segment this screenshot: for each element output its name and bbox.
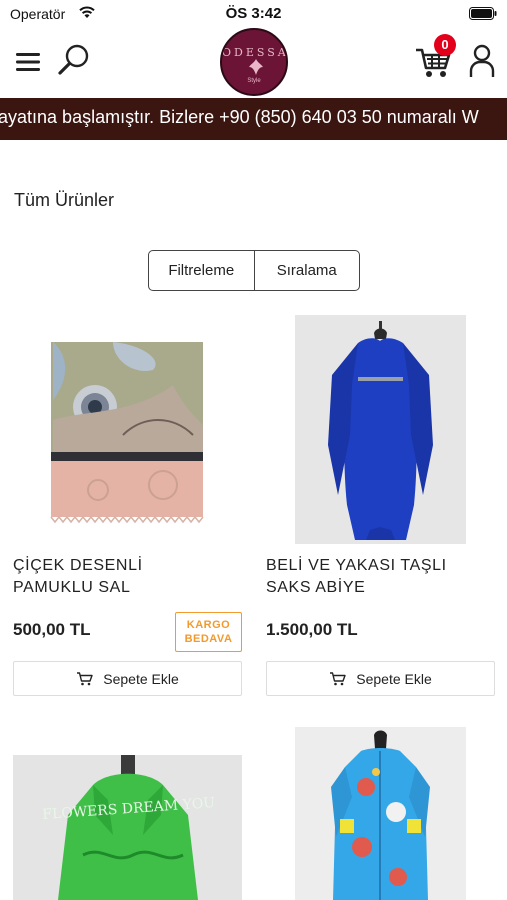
product-card[interactable]: FLOWERS DREAM YOU [13,755,242,900]
product-image[interactable] [266,315,495,544]
logo-subtext: Style [247,78,261,84]
shirt-image: FLOWERS DREAM YOU [42,755,216,900]
cart-icon [330,672,346,686]
page-title: Tüm Ürünler [14,190,115,210]
filter-button[interactable]: Filtreleme [149,251,254,290]
battery-icon [469,7,497,20]
announcement-banner: hayatına başlamıştır. Bizlere +90 (850) … [0,98,507,140]
product-card[interactable] [266,727,495,900]
fleur-icon [249,59,263,75]
search-icon[interactable] [56,42,92,78]
product-card[interactable]: ÇİÇEK DESENLİ PAMUKLU SAL 500,00 TL KARG… [13,315,242,697]
product-name[interactable]: ÇİÇEK DESENLİ PAMUKLU SAL [13,555,213,599]
product-image[interactable] [13,315,242,544]
app-header: ODESSA Style 0 [0,28,507,98]
cart-icon [77,672,93,686]
product-price: 1.500,00 TL [266,620,358,639]
free-shipping-badge: KARGO BEDAVA [175,612,242,652]
sort-button[interactable]: Sıralama [253,251,360,290]
status-time: ÖS 3:42 [225,5,282,22]
add-to-cart-label: Sepete Ekle [356,670,432,687]
add-to-cart-button[interactable]: Sepete Ekle [13,661,242,696]
user-icon[interactable] [468,44,496,78]
product-image[interactable]: FLOWERS DREAM YOU [13,755,242,900]
dress-image [295,315,466,544]
add-to-cart-button[interactable]: Sepete Ekle [266,661,495,696]
cart-count-badge: 0 [434,34,456,56]
status-bar: Operatör ÖS 3:42 [0,0,507,28]
product-price: 500,00 TL [13,620,91,639]
announcement-text: hayatına başlamıştır. Bizlere +90 (850) … [0,107,479,127]
product-name[interactable]: BELİ VE YAKASI TAŞLI SAKS ABİYE [266,555,466,599]
menu-icon[interactable] [14,48,42,76]
brand-logo[interactable]: ODESSA Style [220,28,288,96]
filter-sort-group: Filtreleme Sıralama [148,250,360,291]
product-image[interactable] [266,727,495,900]
add-to-cart-label: Sepete Ekle [103,670,179,687]
scarf-image [50,342,204,524]
kaftan-image [295,727,466,900]
product-card[interactable]: BELİ VE YAKASI TAŞLI SAKS ABİYE 1.500,00… [266,315,495,697]
